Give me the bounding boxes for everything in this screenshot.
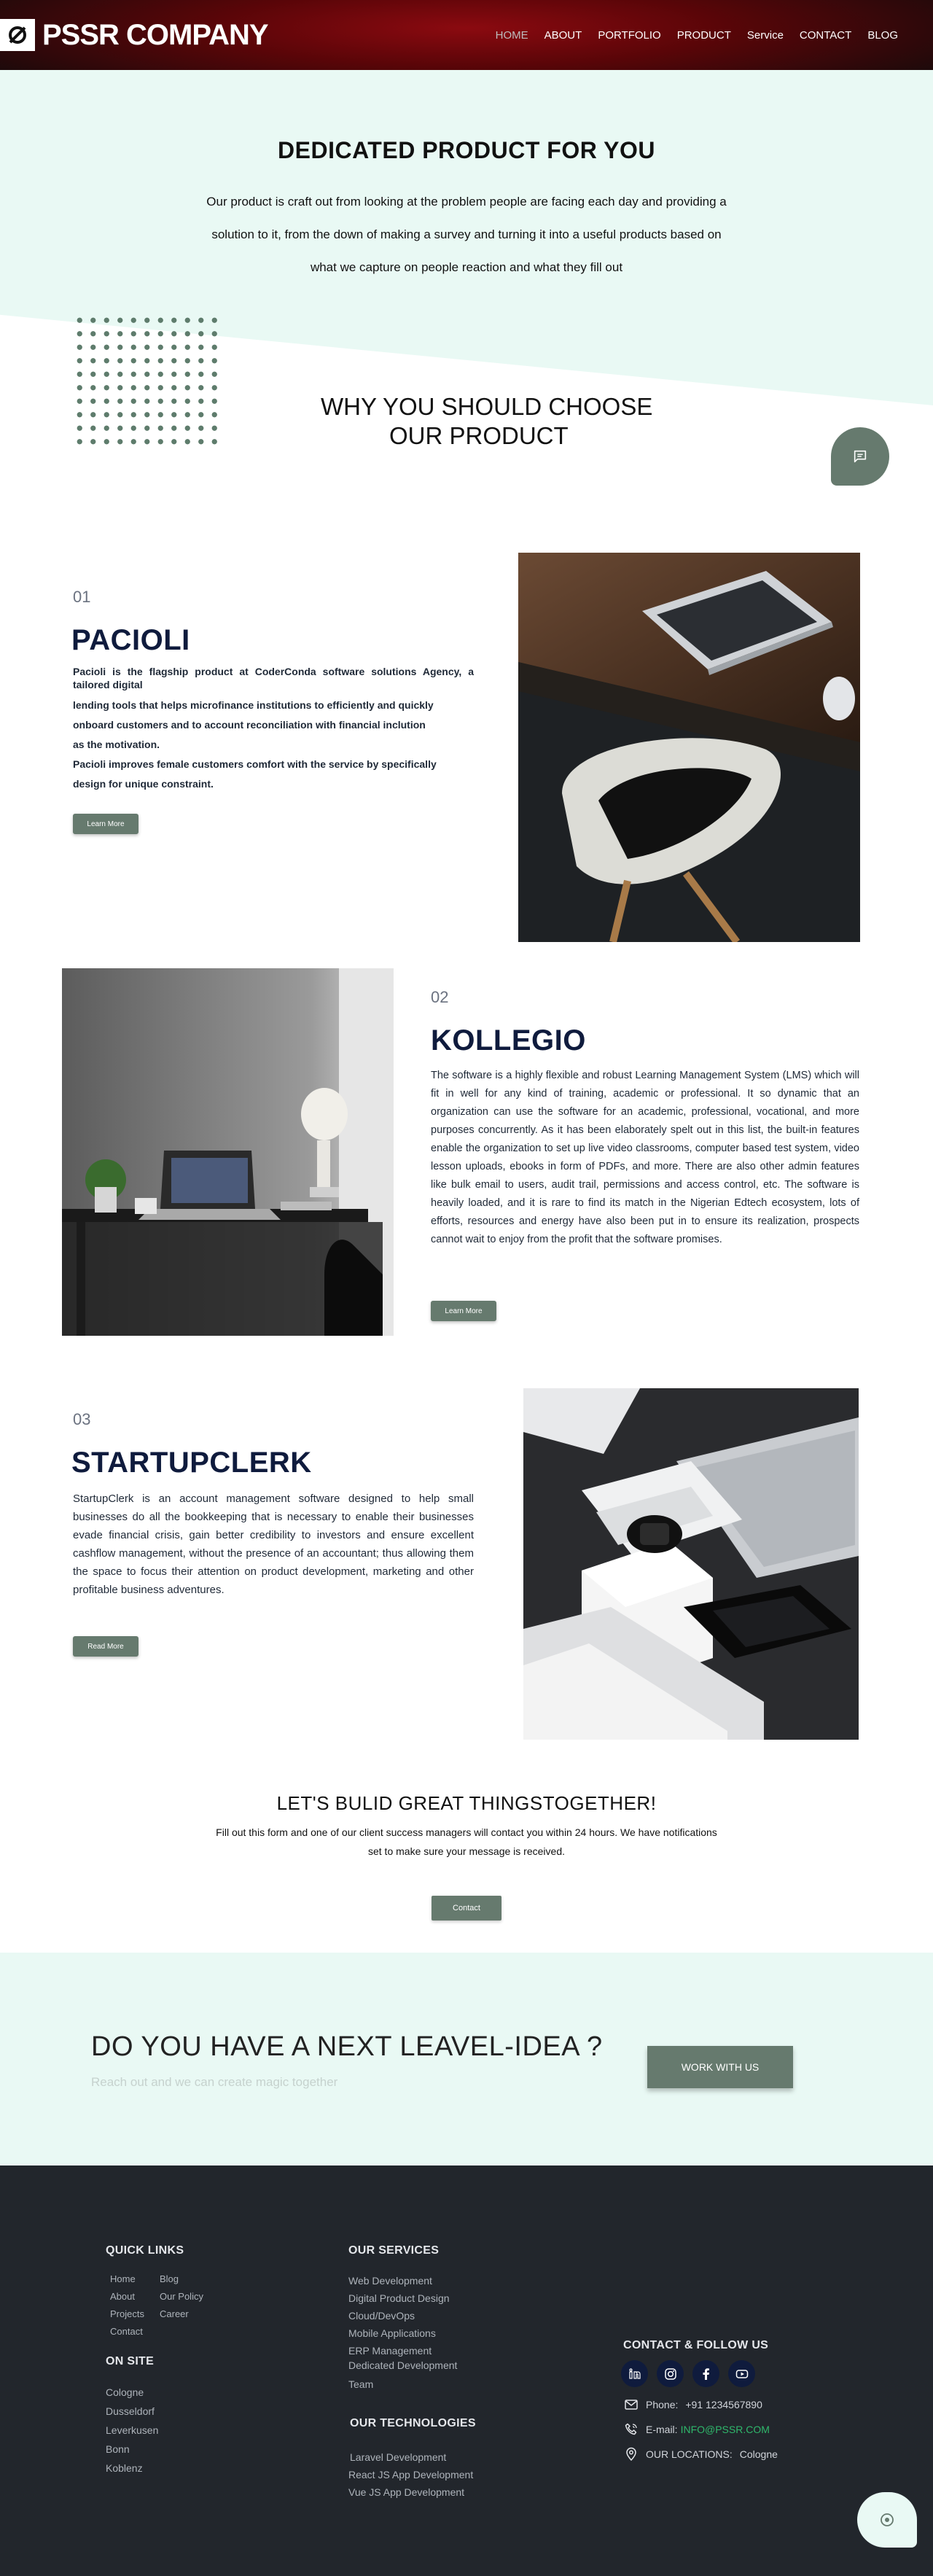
service-link[interactable]: Web Development — [348, 2275, 432, 2287]
social-links — [621, 2360, 755, 2387]
technology-link[interactable]: Vue JS App Development — [348, 2486, 464, 2498]
linkedin-icon[interactable] — [621, 2360, 648, 2387]
next-idea-section: DO YOU HAVE A NEXT LEAVEL-IDEA ? Reach o… — [0, 1953, 933, 2166]
location-label: OUR LOCATIONS: — [646, 2448, 733, 2460]
product-image-desk-lamp — [62, 968, 394, 1336]
nav-service[interactable]: Service — [747, 29, 784, 42]
brand-name: PSSR COMPANY — [42, 18, 269, 51]
product-number: 03 — [73, 1410, 91, 1428]
product-desc-line: lending tools that helps microfinance in… — [73, 699, 434, 711]
why-heading-line2: OUR PRODUCT — [389, 422, 569, 449]
product-desc-paragraph: StartupClerk is an account management so… — [73, 1493, 474, 1596]
footer-link-blog[interactable]: Blog — [160, 2273, 179, 2284]
learn-more-button[interactable]: Learn More — [431, 1301, 496, 1321]
footer-link-projects[interactable]: Projects — [110, 2308, 144, 2319]
product-description: Pacioli is the flagship product at Coder… — [73, 665, 474, 794]
service-link[interactable]: Mobile Applications — [348, 2327, 436, 2339]
product-desc-line: onboard customers and to account reconci… — [73, 719, 426, 731]
footer-link-about[interactable]: About — [110, 2291, 135, 2302]
learn-more-button[interactable]: Learn More — [73, 814, 138, 834]
nav-contact[interactable]: CONTACT — [800, 29, 851, 42]
product-desc-line: Pacioli is the flagship product at Coder… — [73, 666, 474, 690]
email-label: E-mail: — [646, 2424, 678, 2435]
nav-product[interactable]: PRODUCT — [677, 29, 731, 42]
cta-title: LET'S BULID GREAT THINGSTOGETHER! — [276, 1792, 657, 1814]
footer-link-policy[interactable]: Our Policy — [160, 2291, 203, 2302]
product-title: KOLLEGIO — [431, 1024, 586, 1057]
quick-links-heading: QUICK LINKS — [106, 2244, 184, 2257]
nav-portfolio[interactable]: PORTFOLIO — [598, 29, 660, 42]
location-value: Cologne — [739, 2448, 778, 2460]
chat-icon — [854, 450, 867, 463]
footer-link-career[interactable]: Career — [160, 2308, 189, 2319]
cta-text: Fill out this form and one of our client… — [216, 1826, 717, 1857]
product-desc-paragraph: The software is a highly flexible and ro… — [431, 1070, 859, 1245]
service-link[interactable]: Team — [348, 2378, 373, 2390]
product-number: 02 — [431, 988, 449, 1006]
idea-title: DO YOU HAVE A NEXT LEAVEL-IDEA ? — [91, 2031, 603, 2062]
hero-title: DEDICATED PRODUCT FOR YOU — [278, 137, 655, 163]
dot-pattern-decoration — [73, 314, 219, 445]
location-row: OUR LOCATIONS: Cologne — [624, 2447, 778, 2462]
service-link[interactable]: Cloud/DevOps — [348, 2310, 415, 2322]
site-location[interactable]: Leverkusen — [106, 2424, 158, 2436]
technology-link[interactable]: React JS App Development — [348, 2469, 473, 2480]
chat-button[interactable] — [831, 427, 889, 486]
service-link[interactable]: Digital Product Design — [348, 2292, 450, 2304]
technology-link[interactable]: Laravel Development — [350, 2451, 446, 2463]
nav-about[interactable]: ABOUT — [544, 29, 582, 42]
contact-follow-heading: CONTACT & FOLLOW US — [623, 2339, 769, 2351]
site-location[interactable]: Dusseldorf — [106, 2405, 155, 2417]
read-more-button[interactable]: Read More — [73, 1636, 138, 1657]
product-description: StartupClerk is an account management so… — [73, 1490, 474, 1599]
technologies-heading: OUR TECHNOLOGIES — [350, 2417, 476, 2429]
product-desc-line: design for unique constraint. — [73, 778, 214, 790]
youtube-icon[interactable] — [728, 2360, 755, 2387]
logo-icon — [0, 19, 35, 51]
instagram-icon[interactable] — [657, 2360, 684, 2387]
site-location[interactable]: Koblenz — [106, 2462, 143, 2474]
product-title: PACIOLI — [71, 624, 190, 656]
main-nav: HOME ABOUT PORTFOLIO PRODUCT Service CON… — [496, 29, 898, 42]
footer-link-home[interactable]: Home — [110, 2273, 136, 2284]
email-address[interactable]: INFO@PSSR.COM — [681, 2424, 770, 2435]
contact-button[interactable]: Contact — [432, 1896, 501, 1921]
product-description: The software is a highly flexible and ro… — [431, 1067, 859, 1249]
scroll-top-button[interactable] — [857, 2492, 917, 2548]
product-desc-line: as the motivation. — [73, 739, 160, 750]
why-heading-line1: WHY YOU SHOULD CHOOSE — [321, 393, 653, 420]
site-location[interactable]: Cologne — [106, 2386, 144, 2398]
phone-row: Phone: +91 1234567890 — [624, 2397, 762, 2412]
target-icon — [881, 2513, 894, 2526]
facebook-icon[interactable] — [692, 2360, 719, 2387]
phone-label: Phone: — [646, 2399, 679, 2410]
email-row: E-mail: INFO@PSSR.COM — [624, 2422, 770, 2437]
product-image-apple-devices — [523, 1388, 859, 1740]
product-title: STARTUPCLERK — [71, 1447, 312, 1479]
hero-text: Our product is craft out from looking at… — [206, 195, 727, 274]
idea-subtitle: Reach out and we can create magic togeth… — [91, 2075, 338, 2089]
footer-link-contact[interactable]: Contact — [110, 2326, 143, 2337]
location-pin-icon — [626, 2447, 636, 2462]
site-footer: QUICK LINKS Home About Projects Contact … — [0, 2166, 933, 2576]
mail-icon — [625, 2400, 638, 2410]
services-heading: OUR SERVICES — [348, 2244, 440, 2257]
service-link[interactable]: Dedicated Development — [348, 2359, 457, 2371]
on-site-heading: ON SITE — [106, 2355, 155, 2367]
nav-blog[interactable]: BLOG — [867, 29, 898, 42]
work-with-us-button[interactable]: WORK WITH US — [647, 2046, 793, 2088]
product-image-laptop-chair — [518, 553, 860, 942]
brand-logo[interactable]: PSSR COMPANY — [0, 0, 269, 70]
nav-home[interactable]: HOME — [496, 29, 528, 42]
site-header: PSSR COMPANY HOME ABOUT PORTFOLIO PRODUC… — [0, 0, 933, 70]
why-heading: WHY YOU SHOULD CHOOSE OUR PRODUCT — [321, 392, 671, 451]
product-number: 01 — [73, 588, 91, 606]
phone-number[interactable]: +91 1234567890 — [685, 2399, 762, 2410]
service-link[interactable]: ERP Management — [348, 2345, 432, 2357]
product-desc-line: Pacioli improves female customers comfor… — [73, 758, 437, 770]
site-location[interactable]: Bonn — [106, 2443, 130, 2455]
phone-icon — [625, 2423, 637, 2435]
